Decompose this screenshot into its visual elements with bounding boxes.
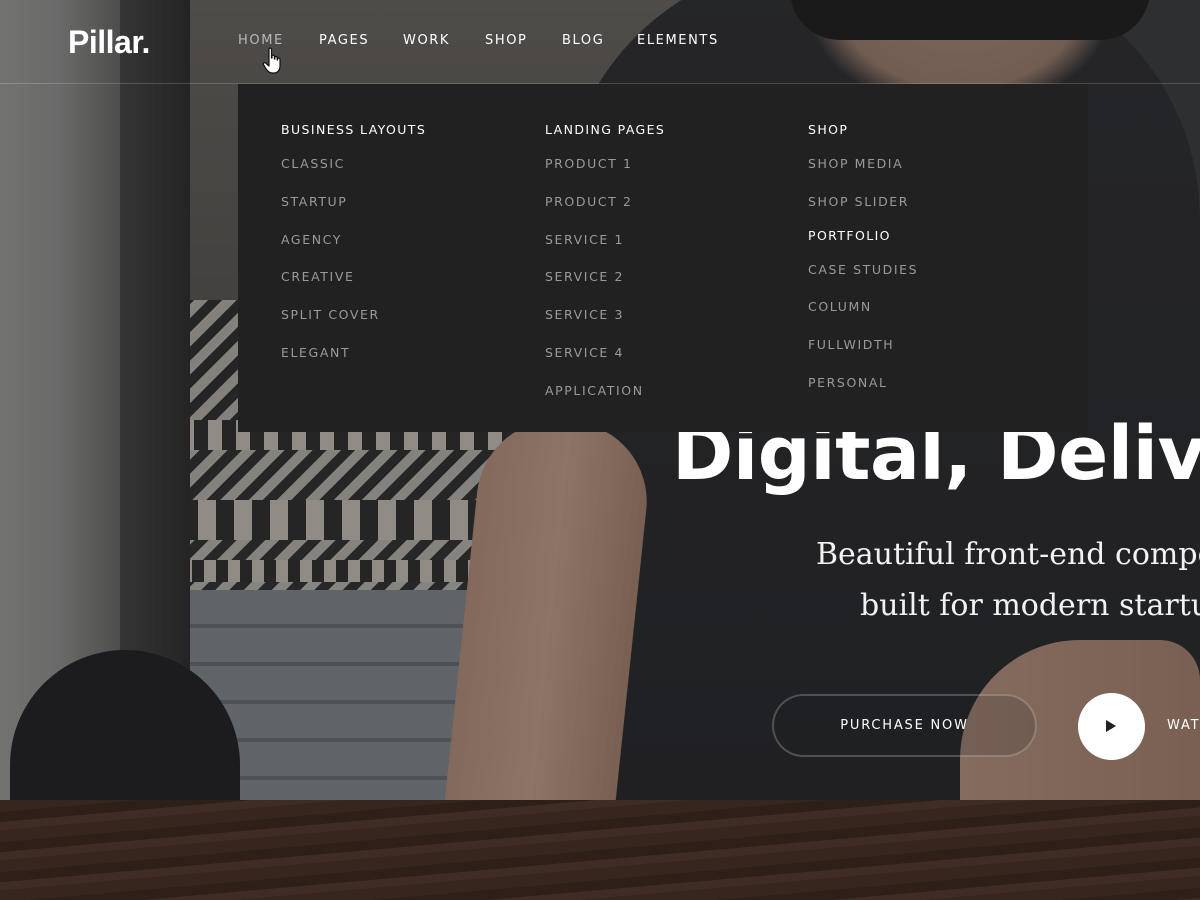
purchase-now-button[interactable]: PURCHASE NOW: [772, 694, 1037, 757]
play-icon: [1106, 720, 1116, 732]
menu-link-shop-media[interactable]: SHOP MEDIA: [808, 154, 918, 174]
nav-item-elements[interactable]: ELEMENTS: [637, 30, 737, 52]
nav-item-shop[interactable]: SHOP: [485, 30, 562, 52]
menu-heading-portfolio: PORTFOLIO: [808, 227, 891, 243]
hand-cursor-icon: [262, 47, 281, 74]
menu-link-creative[interactable]: CREATIVE: [281, 267, 426, 287]
menu-link-product-2[interactable]: PRODUCT 2: [545, 192, 665, 212]
menu-column-shop: SHOP SHOP MEDIA SHOP SLIDER PORTFOLIO CA…: [808, 120, 918, 411]
site-logo[interactable]: Pillar.: [68, 22, 150, 62]
play-video-button[interactable]: [1078, 693, 1145, 760]
menu-link-application[interactable]: APPLICATION: [545, 381, 665, 401]
menu-link-service-3[interactable]: SERVICE 3: [545, 305, 665, 325]
menu-link-column[interactable]: COLUMN: [808, 297, 918, 317]
menu-link-startup[interactable]: STARTUP: [281, 192, 426, 212]
nav-item-blog[interactable]: BLOG: [562, 30, 637, 52]
menu-link-agency[interactable]: AGENCY: [281, 230, 426, 250]
nav-item-pages[interactable]: PAGES: [319, 30, 403, 52]
menu-column-landing-pages: LANDING PAGES PRODUCT 1 PRODUCT 2 SERVIC…: [545, 120, 665, 419]
menu-link-product-1[interactable]: PRODUCT 1: [545, 154, 665, 174]
menu-heading: BUSINESS LAYOUTS: [281, 122, 427, 137]
main-nav: HOME PAGES WORK SHOP BLOG ELEMENTS: [238, 30, 737, 52]
hero-subtitle-line-1: Beautiful front-end compon: [816, 537, 1200, 572]
menu-link-service-2[interactable]: SERVICE 2: [545, 267, 665, 287]
menu-link-case-studies[interactable]: CASE STUDIES: [808, 260, 918, 280]
menu-link-elegant[interactable]: ELEGANT: [281, 343, 426, 363]
menu-link-service-1[interactable]: SERVICE 1: [545, 230, 665, 250]
menu-link-shop-slider[interactable]: SHOP SLIDER: [808, 192, 918, 212]
menu-link-classic[interactable]: CLASSIC: [281, 154, 426, 174]
nav-item-work[interactable]: WORK: [403, 30, 485, 52]
menu-link-service-4[interactable]: SERVICE 4: [545, 343, 665, 363]
menu-link-fullwidth[interactable]: FULLWIDTH: [808, 335, 918, 355]
menu-heading: LANDING PAGES: [545, 122, 666, 137]
menu-column-business-layouts: BUSINESS LAYOUTS CLASSIC STARTUP AGENCY …: [281, 120, 426, 381]
hero-subtitle-line-2: built for modern startup: [860, 588, 1200, 623]
site-header: Pillar. HOME PAGES WORK SHOP BLOG ELEMEN…: [0, 0, 1200, 84]
menu-link-personal[interactable]: PERSONAL: [808, 373, 918, 393]
menu-link-split-cover[interactable]: SPLIT COVER: [281, 305, 426, 325]
menu-heading: SHOP: [808, 122, 849, 137]
mega-menu-dropdown: BUSINESS LAYOUTS CLASSIC STARTUP AGENCY …: [238, 84, 1088, 432]
watch-video-label[interactable]: WAT: [1167, 715, 1200, 737]
